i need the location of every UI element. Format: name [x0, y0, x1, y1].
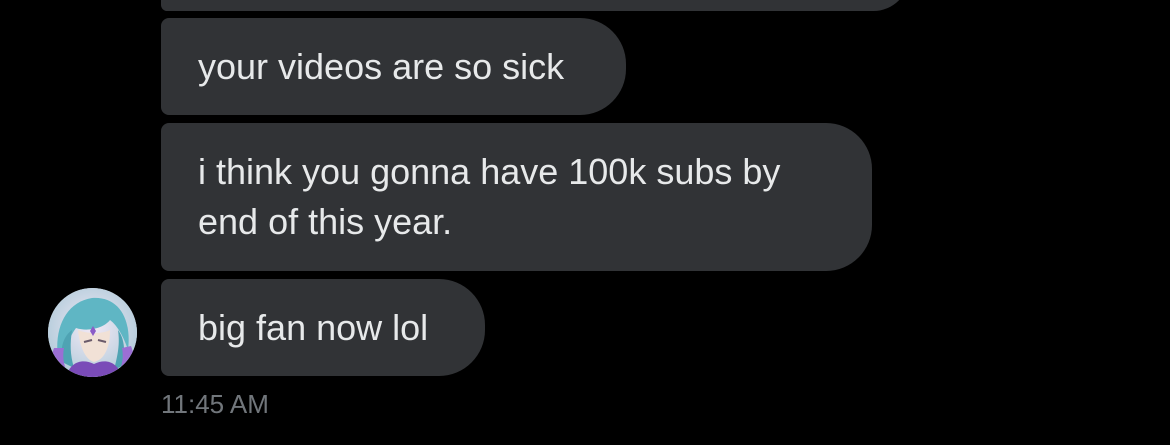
message-thread: your videos are so sick i think you gonn… [0, 0, 1170, 445]
message-bubble-last[interactable]: big fan now lol [161, 279, 485, 376]
message-text: big fan now lol [198, 307, 429, 348]
sender-avatar[interactable] [48, 288, 137, 377]
message-text: i think you gonna have 100k subs by end … [198, 151, 781, 242]
message-text: your videos are so sick [198, 46, 565, 87]
avatar-icon [48, 288, 137, 377]
message-bubble[interactable]: your videos are so sick [161, 18, 626, 115]
message-bubble[interactable]: i think you gonna have 100k subs by end … [161, 123, 872, 271]
message-bubble-previous[interactable] [161, 0, 909, 11]
message-timestamp: 11:45 AM [161, 389, 269, 419]
